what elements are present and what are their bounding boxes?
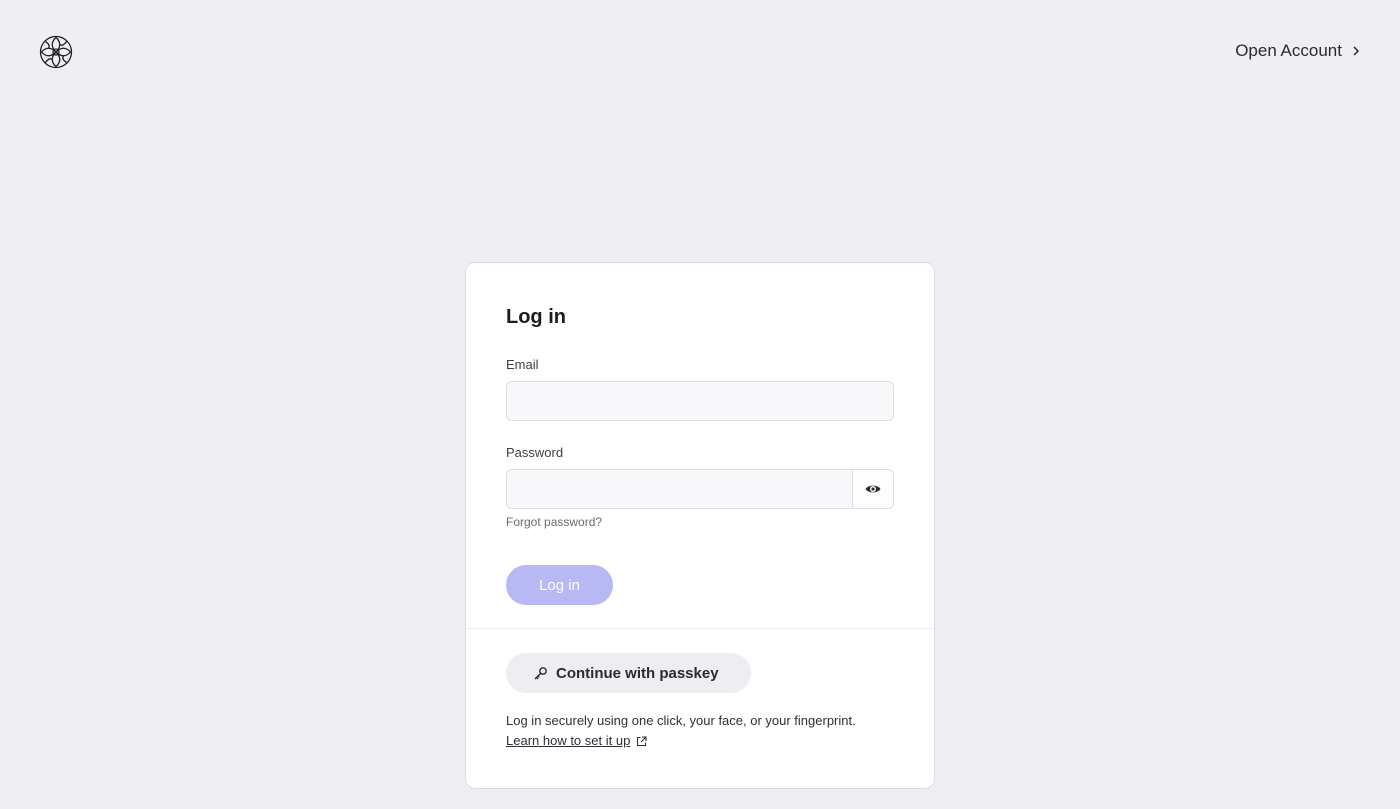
continue-with-passkey-button[interactable]: Continue with passkey [506, 653, 751, 693]
passkey-description: Log in securely using one click, your fa… [506, 713, 856, 728]
learn-how-link[interactable]: Learn how to set it up [506, 731, 647, 751]
email-label: Email [506, 357, 539, 372]
passkey-button-label: Continue with passkey [556, 664, 719, 682]
key-icon [534, 666, 547, 679]
eye-icon [865, 485, 881, 493]
login-button[interactable]: Log in [506, 565, 613, 605]
open-account-label: Open Account [1235, 41, 1342, 60]
password-field-group [506, 469, 894, 509]
learn-how-label: Learn how to set it up [506, 733, 631, 748]
passkey-help-text: Log in securely using one click, your fa… [506, 711, 894, 751]
show-password-button[interactable] [852, 470, 893, 508]
email-field[interactable] [506, 381, 894, 421]
open-account-link[interactable]: Open Account [1235, 41, 1362, 61]
forgot-password-link[interactable]: Forgot password? [506, 515, 602, 529]
password-label: Password [506, 445, 564, 460]
page-title: Log in [506, 306, 566, 328]
swirl-logo-icon[interactable] [39, 35, 73, 69]
external-link-icon [637, 735, 647, 746]
chevron-right-icon [1353, 46, 1360, 56]
login-card: Log in Email Password Forgot password? L… [465, 262, 935, 789]
password-field[interactable] [507, 470, 852, 508]
